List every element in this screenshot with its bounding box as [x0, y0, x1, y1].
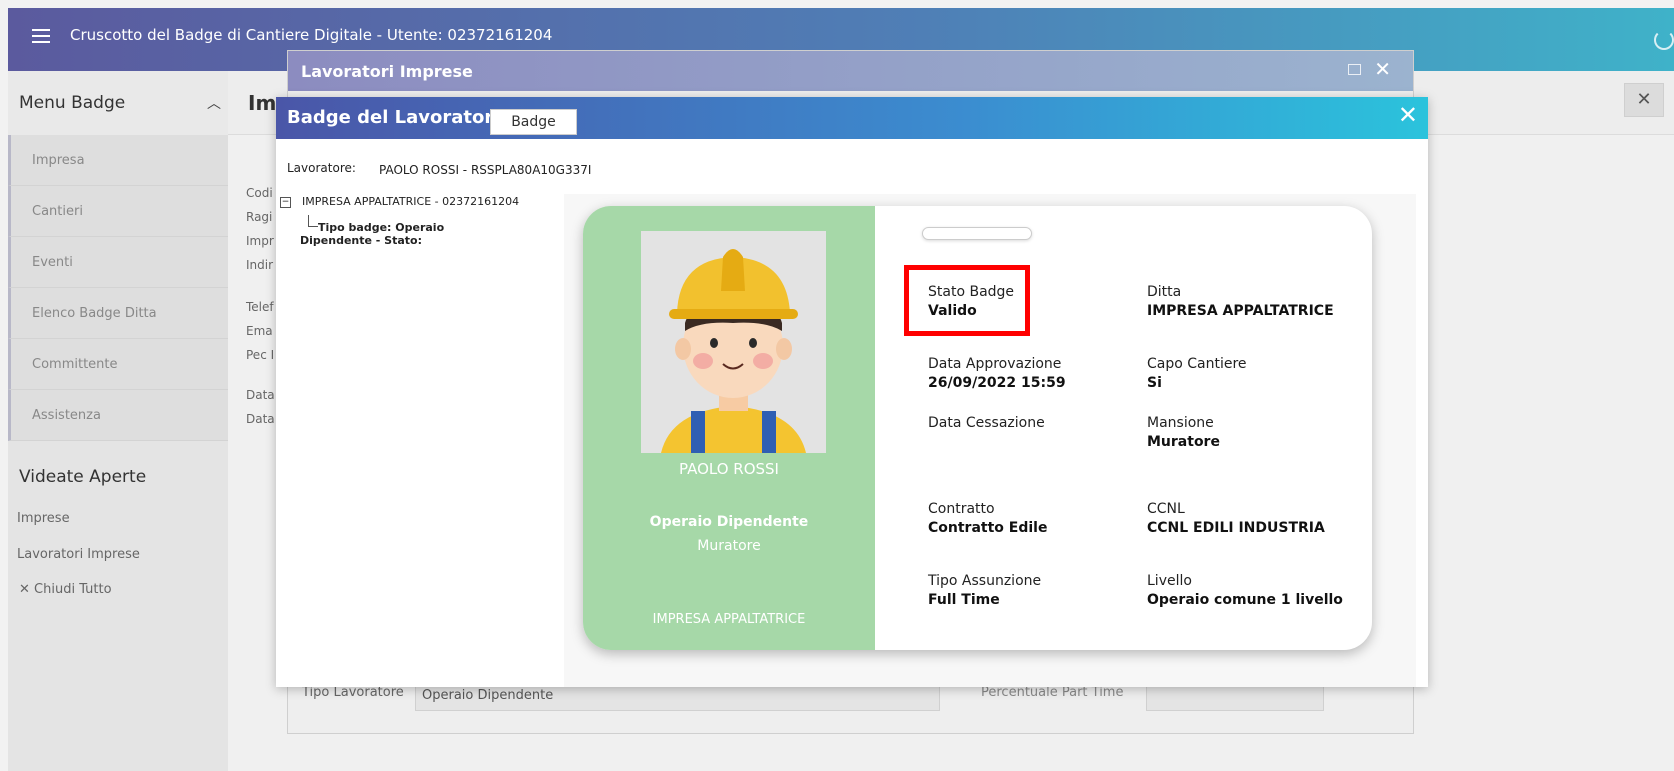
tab-badge[interactable]: Badge	[490, 109, 577, 135]
card-worker-role: Operaio Dipendente	[649, 514, 809, 530]
field-label: Data	[246, 388, 275, 402]
close-icon[interactable]: ✕	[1624, 83, 1664, 117]
close-icon[interactable]: ✕	[1398, 101, 1418, 129]
field-label: Data	[246, 412, 275, 426]
close-all-button[interactable]: ✕ Chiudi Tutto	[19, 582, 112, 597]
field-ccnl: CCNL CCNL EDILI INDUSTRIA	[1147, 500, 1325, 538]
field-mansione: Mansione Muratore	[1147, 414, 1220, 452]
field-data-cessazione: Data Cessazione	[928, 414, 1045, 433]
worker-avatar-illustration	[641, 231, 826, 453]
menu-title: Menu Badge	[19, 93, 126, 113]
ditta-value: IMPRESA APPALTATRICE	[1147, 303, 1334, 319]
close-all-label: Chiudi Tutto	[34, 582, 112, 597]
modal-title: Badge del Lavoratore	[287, 107, 506, 128]
field-label: Impr	[246, 234, 274, 248]
capo-cantiere-value: Si	[1147, 375, 1162, 391]
sidebar-item-elenco-badge-ditta[interactable]: Elenco Badge Ditta	[8, 288, 228, 339]
ccnl-value: CCNL EDILI INDUSTRIA	[1147, 520, 1325, 536]
capo-cantiere-label: Capo Cantiere	[1147, 356, 1247, 372]
menu-list: Impresa Cantieri Eventi Elenco Badge Dit…	[8, 135, 228, 441]
sidebar-item-assistenza[interactable]: Assistenza	[8, 390, 228, 441]
data-approvazione-value: 26/09/2022 15:59	[928, 375, 1066, 391]
lavoratore-label: Lavoratore:	[287, 161, 356, 175]
close-icon: ✕	[19, 582, 30, 597]
field-capo-cantiere: Capo Cantiere Si	[1147, 355, 1247, 393]
tipo-lavoratore-label: Tipo Lavoratore	[302, 685, 404, 700]
worker-avatar	[641, 231, 826, 453]
menu-header[interactable]: Menu Badge ︿	[8, 71, 228, 135]
tipo-assunzione-label: Tipo Assunzione	[928, 573, 1042, 589]
close-icon[interactable]: ✕	[1374, 57, 1391, 81]
livello-value: Operaio comune 1 livello	[1147, 592, 1343, 608]
card-slot-pill	[922, 227, 1032, 240]
app-root: Cruscotto del Badge di Cantiere Digitale…	[0, 0, 1674, 771]
stato-badge-highlight	[904, 265, 1030, 336]
sidebar-item-cantieri[interactable]: Cantieri	[8, 186, 228, 237]
field-contratto: Contratto Contratto Edile	[928, 500, 1047, 538]
field-tipo-assunzione: Tipo Assunzione Full Time	[928, 572, 1041, 610]
mansione-value: Muratore	[1147, 434, 1220, 450]
badge-card: PAOLO ROSSI Operaio Dipendente Muratore …	[583, 206, 1372, 650]
maximize-icon[interactable]	[1348, 64, 1361, 75]
videata-imprese[interactable]: Imprese	[17, 511, 70, 526]
tree-node-tipo-badge[interactable]: Tipo badge: Operaio Dipendente - Stato:	[300, 221, 519, 247]
field-livello: Livello Operaio comune 1 livello	[1147, 572, 1343, 610]
card-left-panel: PAOLO ROSSI Operaio Dipendente Muratore …	[583, 206, 875, 650]
ditta-label: Ditta	[1147, 284, 1182, 300]
app-title: Cruscotto del Badge di Cantiere Digitale…	[70, 26, 553, 44]
power-icon[interactable]	[1654, 30, 1674, 50]
sidebar-item-impresa[interactable]: Impresa	[8, 135, 228, 186]
tree-node-impresa[interactable]: − IMPRESA APPALTATRICE - 02372161204	[280, 195, 519, 217]
tree-node-label: IMPRESA APPALTATRICE - 02372161204	[302, 195, 520, 208]
window-header: Lavoratori Imprese ✕	[288, 51, 1413, 91]
field-label: Telef	[246, 300, 274, 314]
card-worker-mansione: Muratore	[697, 538, 761, 554]
sidebar-item-committente[interactable]: Committente	[8, 339, 228, 390]
field-label: Indir	[246, 258, 274, 272]
hamburger-icon[interactable]	[32, 29, 50, 43]
card-company: IMPRESA APPALTATRICE	[652, 612, 806, 627]
videate-aperte-title: Videate Aperte	[19, 467, 147, 487]
mansione-label: Mansione	[1147, 415, 1214, 431]
badge-tree: − IMPRESA APPALTATRICE - 02372161204 Tip…	[280, 195, 519, 247]
card-worker-name: PAOLO ROSSI	[679, 460, 779, 478]
chevron-up-icon[interactable]: ︿	[207, 93, 221, 113]
field-label: Ragi	[246, 210, 273, 224]
collapse-toggle-icon[interactable]: −	[280, 197, 291, 208]
field-label: Codi	[246, 186, 273, 200]
ccnl-label: CCNL	[1147, 501, 1185, 517]
window-title: Lavoratori Imprese	[301, 62, 473, 81]
tree-child-label: Tipo badge: Operaio Dipendente - Stato:	[300, 221, 445, 247]
field-label: Ema	[246, 324, 273, 338]
field-ditta: Ditta IMPRESA APPALTATRICE	[1147, 283, 1334, 321]
data-cessazione-label: Data Cessazione	[928, 415, 1045, 431]
contratto-label: Contratto	[928, 501, 995, 517]
lavoratore-value: PAOLO ROSSI - RSSPLA80A10G337I	[379, 163, 592, 177]
field-label: Pec I	[246, 348, 275, 362]
part-time-label: Percentuale Part Time	[981, 685, 1124, 700]
tipo-assunzione-value: Full Time	[928, 592, 1000, 608]
sidebar-item-eventi[interactable]: Eventi	[8, 237, 228, 288]
modal-header: Badge del Lavoratore Badge ✕	[276, 97, 1428, 139]
field-data-approvazione: Data Approvazione 26/09/2022 15:59	[928, 355, 1066, 393]
page-title: Im	[248, 91, 277, 115]
contratto-value: Contratto Edile	[928, 520, 1048, 536]
data-approvazione-label: Data Approvazione	[928, 356, 1062, 372]
sidebar: Menu Badge ︿ Impresa Cantieri Eventi Ele…	[8, 71, 228, 771]
livello-label: Livello	[1147, 573, 1192, 589]
videata-lavoratori-imprese[interactable]: Lavoratori Imprese	[17, 547, 140, 562]
main-form-labels: Codi Ragi Impr Indir Telef Ema Pec I Dat…	[246, 186, 275, 436]
